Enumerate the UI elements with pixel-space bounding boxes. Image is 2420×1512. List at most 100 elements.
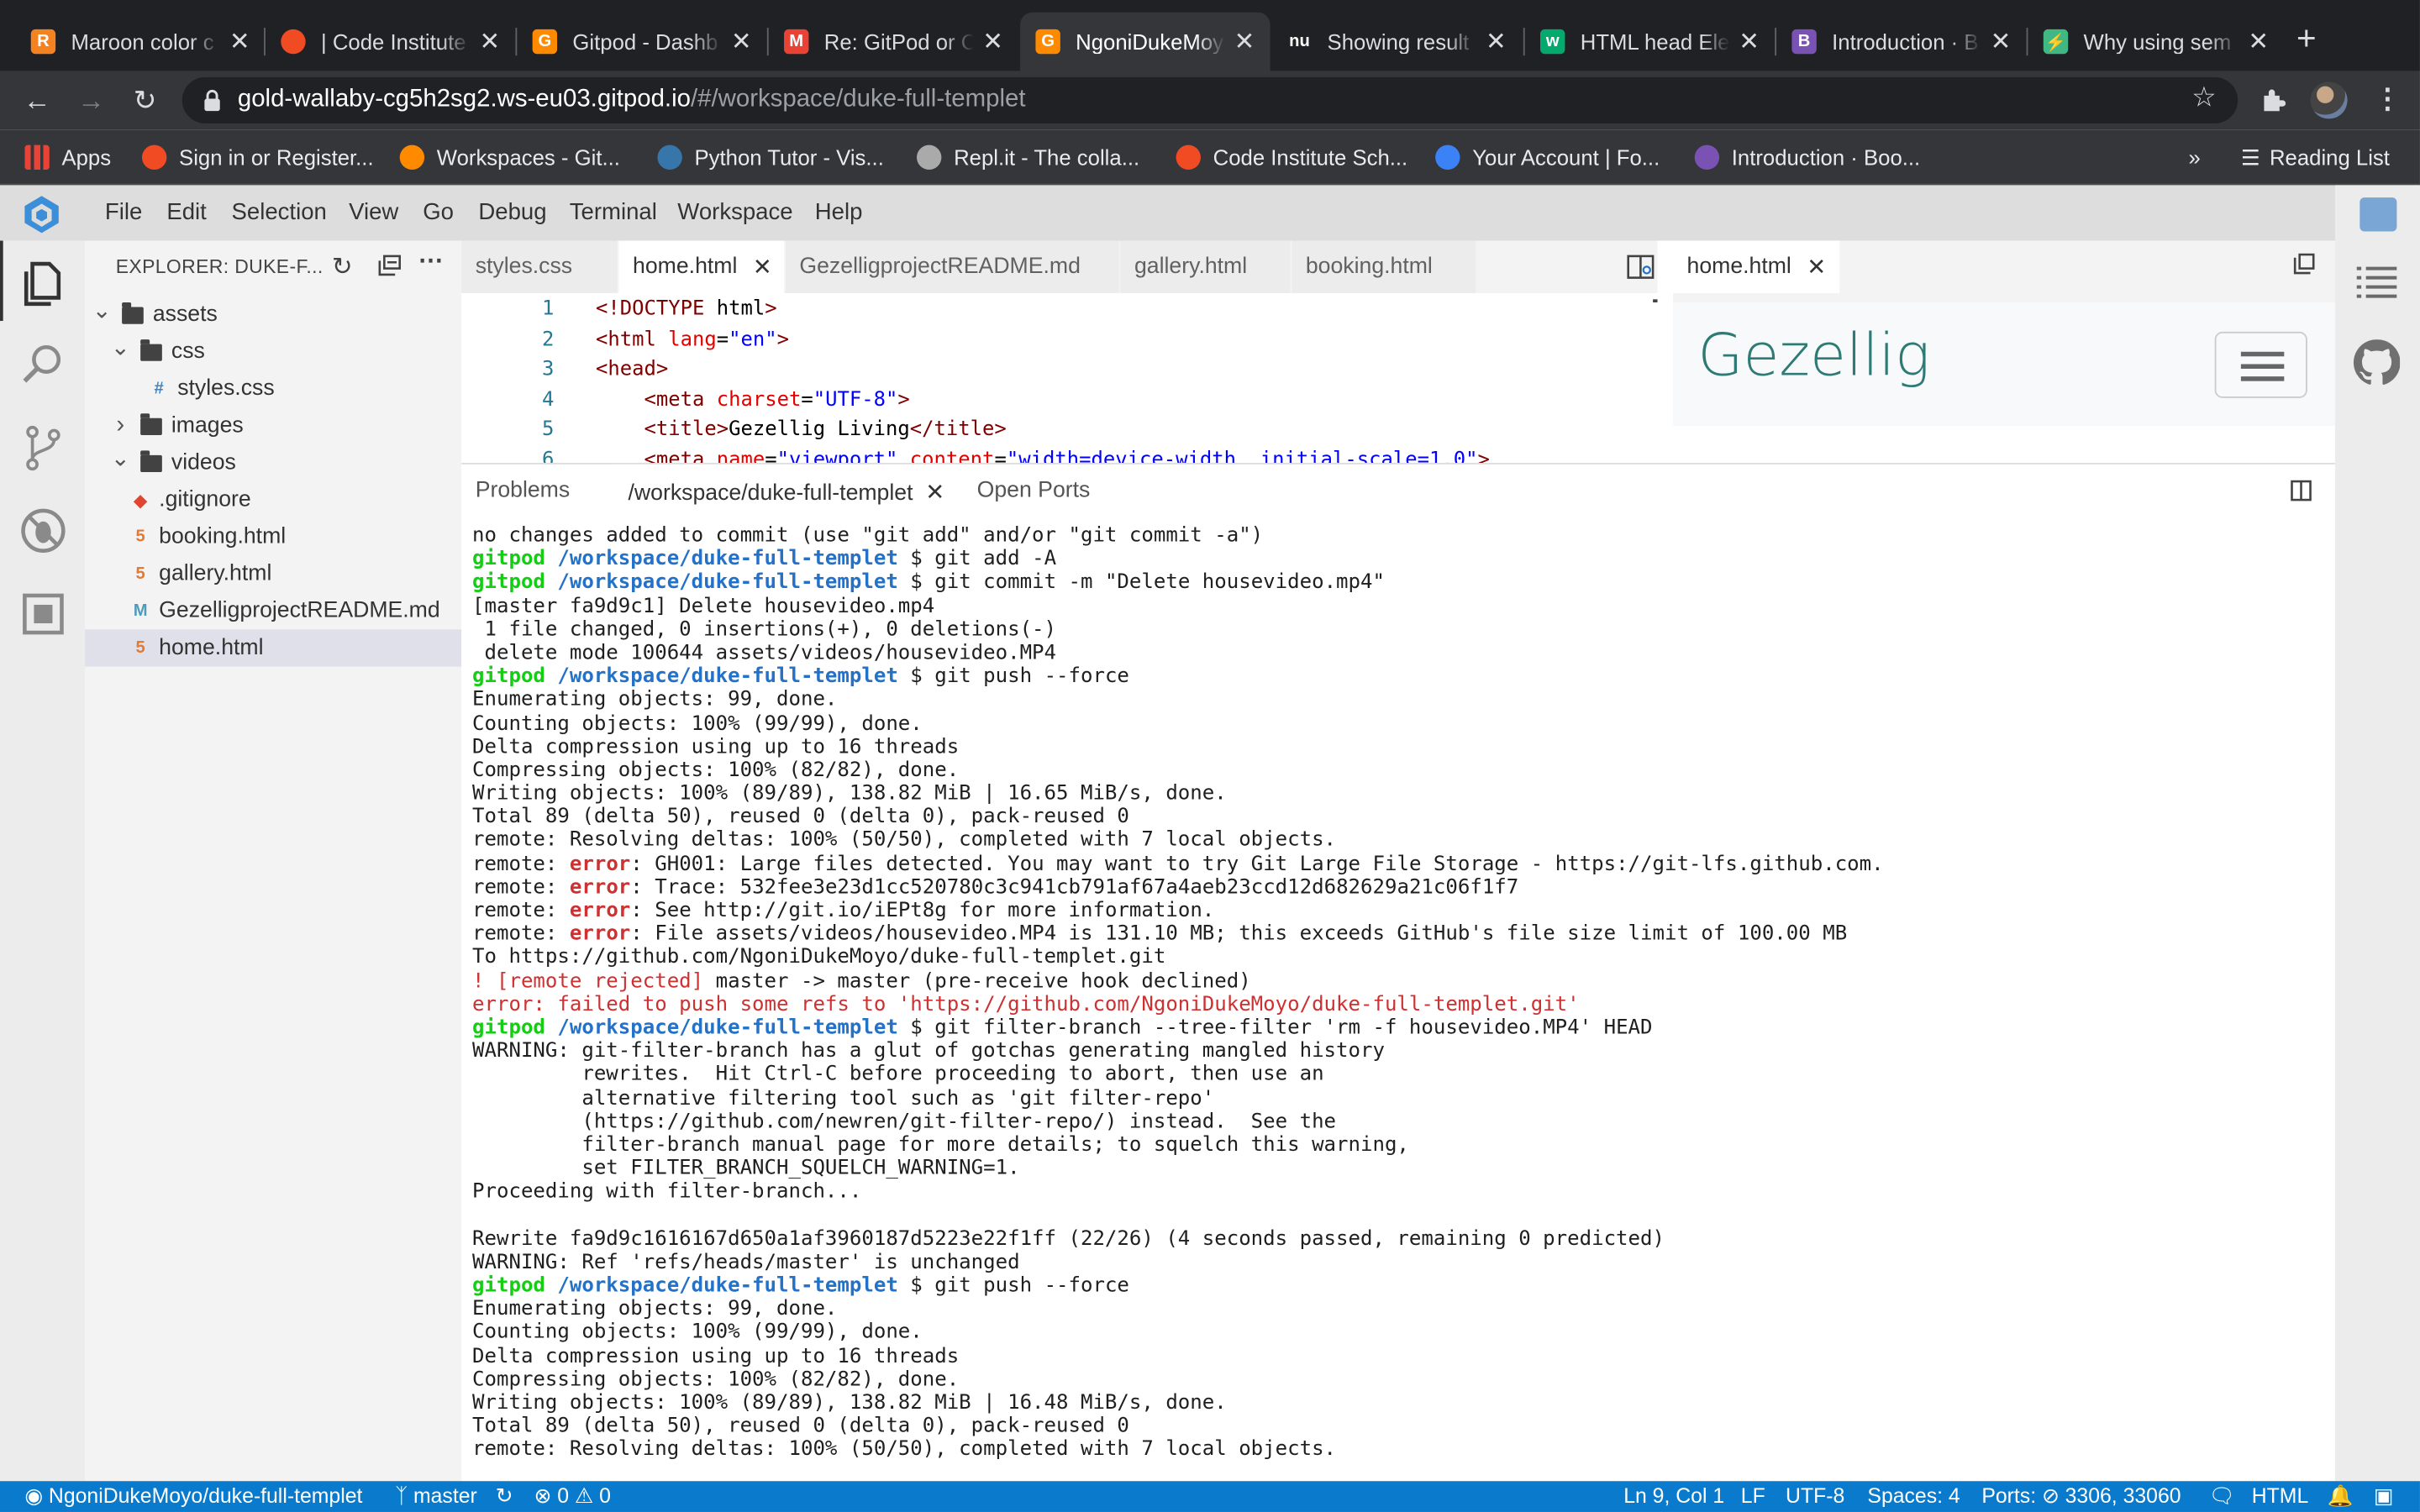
file-item[interactable]: M GezelligprojectREADME.md xyxy=(85,592,461,629)
toggle-panel-icon[interactable] xyxy=(2360,197,2397,232)
preview-tab[interactable]: home.html ✕ xyxy=(1672,240,1842,293)
bookmark-item[interactable]: Introduction · Boo... xyxy=(1694,144,1920,171)
close-icon[interactable]: ✕ xyxy=(982,26,1003,57)
reading-list-button[interactable]: ☰ Reading List xyxy=(2241,144,2390,171)
close-icon[interactable]: ✕ xyxy=(925,480,944,506)
close-icon[interactable]: ✕ xyxy=(753,253,772,281)
bookmark-item[interactable]: Workspaces - Git... xyxy=(399,144,620,171)
explorer-files-icon[interactable] xyxy=(18,260,68,309)
menu-workspace[interactable]: Workspace xyxy=(677,199,792,225)
open-in-editor-icon[interactable] xyxy=(2291,251,2316,276)
sync-icon[interactable]: ↻ xyxy=(496,1484,513,1509)
close-icon[interactable]: ✕ xyxy=(1234,26,1255,57)
status-branch[interactable]: ᛉ master xyxy=(395,1484,477,1508)
close-icon[interactable]: ✕ xyxy=(1486,26,1507,57)
extensions-puzzle-icon[interactable] xyxy=(2260,87,2287,114)
forward-icon[interactable]: → xyxy=(74,83,108,117)
toggle-layout-icon[interactable]: ▣ xyxy=(2374,1484,2393,1509)
chrome-menu-icon[interactable]: ⋮ xyxy=(2374,83,2402,116)
source-control-icon[interactable] xyxy=(18,423,68,472)
outline-icon[interactable] xyxy=(2356,265,2397,299)
file-item[interactable]: # styles.css xyxy=(85,370,461,407)
browser-tab[interactable]: M Re: GitPod or C ✕ xyxy=(769,13,1019,71)
back-icon[interactable]: ← xyxy=(20,83,54,117)
menu-edit[interactable]: Edit xyxy=(166,199,206,225)
close-icon[interactable]: ✕ xyxy=(229,26,250,57)
search-icon[interactable] xyxy=(18,339,68,389)
bookmark-item[interactable]: Apps xyxy=(24,144,111,171)
theia-logo-icon xyxy=(24,196,59,234)
close-icon[interactable]: ✕ xyxy=(2248,26,2269,57)
close-icon[interactable]: ✕ xyxy=(1991,26,2012,57)
browser-tab[interactable]: ⚡ Why using sem ✕ xyxy=(2028,13,2284,71)
feedback-icon[interactable]: 🗨 xyxy=(2208,1484,2234,1509)
tab-terminal[interactable]: /workspace/duke-full-templet ✕ xyxy=(613,464,960,520)
navbar-toggler-button[interactable] xyxy=(2214,331,2307,398)
browser-tab[interactable]: G NgoniDukeMoy ✕ xyxy=(1020,12,1270,71)
more-actions-icon[interactable]: ⋯ xyxy=(418,245,443,276)
bookmark-item[interactable]: Sign in or Register... xyxy=(141,144,374,171)
browser-tab[interactable]: nu Showing result ✕ xyxy=(1271,13,1522,71)
folder-item[interactable]: ⌄ videos xyxy=(85,444,461,481)
bookmark-item[interactable]: Python Tutor - Vis... xyxy=(657,144,884,171)
editor-tab[interactable]: styles.css xyxy=(461,240,619,293)
status-ports[interactable]: Ports: ⊘ 3306, 33060 xyxy=(1981,1484,2181,1509)
tab-open-ports[interactable]: Open Ports xyxy=(977,478,1091,502)
status-eol[interactable]: LF xyxy=(1741,1484,1765,1508)
menu-file[interactable]: File xyxy=(105,199,142,225)
debug-icon[interactable] xyxy=(18,506,68,555)
editor-tab[interactable]: booking.html xyxy=(1292,240,1477,293)
file-item[interactable]: 5 booking.html xyxy=(85,518,461,555)
editor-tab[interactable]: GezelligprojectREADME.md xyxy=(785,240,1121,293)
close-icon[interactable]: ✕ xyxy=(1739,26,1760,57)
menu-terminal[interactable]: Terminal xyxy=(570,199,657,225)
menu-help[interactable]: Help xyxy=(815,199,863,225)
open-preview-icon[interactable] xyxy=(1627,255,1655,279)
file-item[interactable]: 5 gallery.html xyxy=(85,555,461,592)
new-tab-button[interactable]: + xyxy=(2296,21,2317,55)
bookmarks-overflow-icon[interactable]: » xyxy=(2188,144,2200,171)
extensions-icon[interactable] xyxy=(18,590,68,639)
menu-selection[interactable]: Selection xyxy=(232,199,327,225)
bookmark-star-icon[interactable]: ☆ xyxy=(2191,81,2217,114)
editor-tab[interactable]: home.html ✕ xyxy=(618,240,786,293)
browser-tab[interactable]: | Code Institute ✕ xyxy=(266,13,516,71)
folder-item[interactable]: ⌄ css xyxy=(85,333,461,370)
editor-tab[interactable]: gallery.html xyxy=(1120,240,1292,293)
browser-tab[interactable]: w HTML head Ele ✕ xyxy=(1525,13,1776,71)
refresh-icon[interactable]: ↻ xyxy=(332,251,353,282)
browser-tab[interactable]: B Introduction · B ✕ xyxy=(1776,13,2027,71)
status-indentation[interactable]: Spaces: 4 xyxy=(1867,1484,1960,1508)
bookmark-item[interactable]: Repl.it - The colla... xyxy=(916,144,1139,171)
github-icon[interactable] xyxy=(2353,339,2401,386)
status-cursor-position[interactable]: Ln 9, Col 1 xyxy=(1623,1484,1724,1508)
bookmark-item[interactable]: Code Institute Sch... xyxy=(1176,144,1407,171)
status-problems[interactable]: ⊗ 0 ⚠ 0 xyxy=(534,1484,610,1509)
file-item[interactable]: ◆ .gitignore xyxy=(85,481,461,518)
profile-avatar[interactable] xyxy=(2310,81,2348,119)
preview-brand[interactable]: Gezellig xyxy=(1697,321,1930,389)
close-icon[interactable]: ✕ xyxy=(1807,253,1826,281)
code-editor[interactable]: 1 <!DOCTYPE html> 2 <html lang="en"> 3 <head>… xyxy=(461,292,1658,464)
tab-problems[interactable]: Problems xyxy=(476,478,570,502)
browser-tab[interactable]: G Gitpod - Dashb ✕ xyxy=(517,13,767,71)
collapse-all-icon[interactable] xyxy=(378,255,402,276)
split-terminal-icon[interactable] xyxy=(2291,480,2312,501)
menu-debug[interactable]: Debug xyxy=(478,199,546,225)
close-icon[interactable]: ✕ xyxy=(731,26,752,57)
reload-icon[interactable]: ↻ xyxy=(128,83,161,117)
folder-item[interactable]: › images xyxy=(85,407,461,444)
url-bar[interactable]: gold-wallaby-cg5h2sg2.ws-eu03.gitpod.io/… xyxy=(182,76,2238,123)
bookmark-item[interactable]: Your Account | Fo... xyxy=(1435,144,1660,171)
status-language[interactable]: HTML xyxy=(2252,1484,2308,1508)
folder-item[interactable]: ⌄ assets xyxy=(85,297,461,333)
close-icon[interactable]: ✕ xyxy=(479,26,500,57)
menu-view[interactable]: View xyxy=(349,199,398,225)
browser-tab[interactable]: R Maroon color c ✕ xyxy=(15,13,266,71)
menu-go[interactable]: Go xyxy=(423,199,454,225)
status-encoding[interactable]: UTF-8 xyxy=(1786,1484,1844,1508)
status-repo[interactable]: ◉ NgoniDukeMoyo/duke-full-templet xyxy=(24,1484,362,1509)
notifications-bell-icon[interactable]: 🔔 xyxy=(2328,1484,2354,1509)
terminal-output[interactable]: no changes added to commit (use "git add… xyxy=(472,524,1884,1462)
file-item[interactable]: 5 home.html xyxy=(85,629,462,667)
